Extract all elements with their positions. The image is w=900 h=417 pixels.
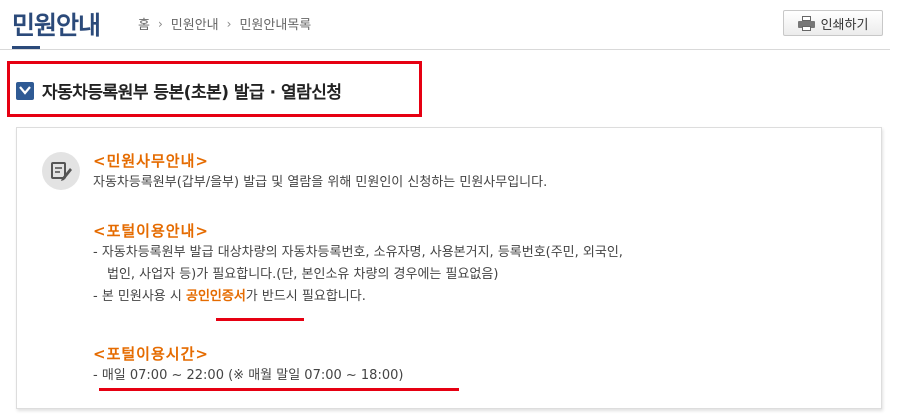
portal-heading: <포털이용안내> xyxy=(93,222,209,240)
print-button-label: 인쇄하기 xyxy=(820,17,869,33)
hours-text: - 매일 07:00 ~ 22:00 (※ 매월 말일 07:00 ~ 18:0… xyxy=(93,368,404,383)
office-info-block: <민원사무안내> 자동차등록원부(갑부/을부) 발급 및 열람을 위해 민원인이… xyxy=(93,150,547,194)
office-heading: <민원사무안내> xyxy=(93,152,209,170)
chevron-right-icon: › xyxy=(226,16,232,31)
memo-icon xyxy=(42,152,80,190)
breadcrumb-civil-guide[interactable]: 민원안내 xyxy=(171,14,219,33)
certificate-highlight: 공인인증서 xyxy=(185,289,246,304)
printer-icon xyxy=(797,15,815,31)
breadcrumb-current: 민원안내목록 xyxy=(239,18,312,33)
hours-heading: <포털이용시간> xyxy=(93,345,209,363)
portal-line-1: - 자동차등록원부 발급 대상차량의 자동차등록번호, 소유자명, 사용본거지,… xyxy=(93,245,623,260)
hours-underline xyxy=(99,388,459,391)
header-divider xyxy=(0,49,890,50)
office-text: 자동차등록원부(갑부/을부) 발급 및 열람을 위해 민원인이 신청하는 민원사… xyxy=(93,175,548,190)
portal-line-3: - 본 민원사용 시 공인인증서가 반드시 필요합니다. xyxy=(93,286,623,308)
section-heading: 자동차등록원부 등본(초본) 발급 · 열람신청 xyxy=(16,78,342,103)
page-header: 민원안내 홈 › 민원안내 › 민원안내목록 인쇄하기 xyxy=(0,0,900,50)
portal-line-3-post: 가 반드시 필요합니다. xyxy=(245,289,366,304)
portal-line-2: 법인, 사업자 등)가 필요합니다.(단, 본인소유 차량의 경우에는 필요없음… xyxy=(107,267,499,282)
portal-line-3-pre: - 본 민원사용 시 xyxy=(93,289,186,304)
breadcrumb: 홈 › 민원안내 › 민원안내목록 xyxy=(138,14,312,34)
hours-info-block: <포털이용시간> - 매일 07:00 ~ 22:00 (※ 매월 말일 07:… xyxy=(93,343,403,387)
chevron-right-icon: › xyxy=(157,16,163,31)
breadcrumb-home[interactable]: 홈 xyxy=(138,14,150,33)
print-button[interactable]: 인쇄하기 xyxy=(783,10,883,36)
page-title: 민원안내 xyxy=(12,11,101,40)
chevron-down-icon xyxy=(16,81,34,100)
certificate-underline xyxy=(216,318,304,321)
portal-info-block: <포털이용안내> - 자동차등록원부 발급 대상차량의 자동차등록번호, 소유자… xyxy=(93,220,623,308)
section-title: 자동차등록원부 등본(초본) 발급 · 열람신청 xyxy=(42,83,342,103)
